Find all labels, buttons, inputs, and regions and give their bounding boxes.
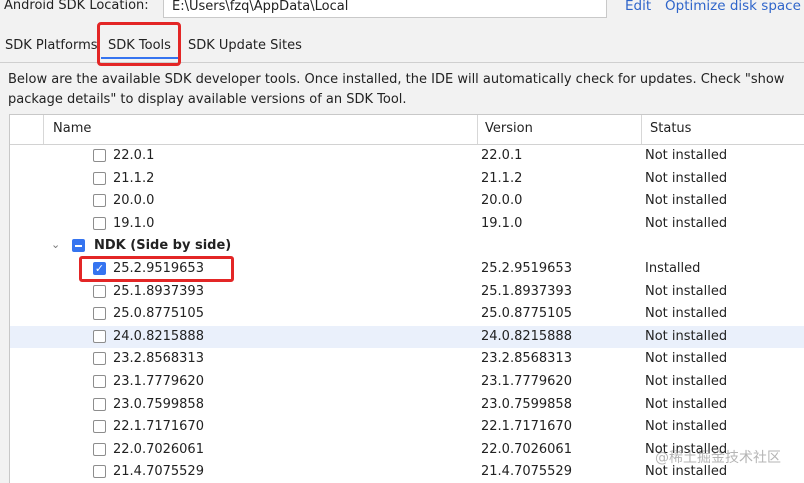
checkbox-checked[interactable]: ✓	[93, 262, 106, 275]
row-name: 22.0.7026061	[113, 441, 204, 457]
active-tab-indicator	[101, 57, 180, 59]
row-name: 21.4.7075529	[113, 464, 204, 480]
row-status: Not installed	[645, 374, 728, 389]
row-status: Not installed	[645, 170, 728, 186]
table-row[interactable]: ✓ 25.2.9519653 25.2.9519653 Installed	[10, 258, 804, 281]
row-name: 25.0.8775105	[113, 306, 204, 322]
column-separator[interactable]	[641, 115, 642, 144]
description-text: Below are the available SDK developer to…	[8, 72, 785, 107]
checkbox[interactable]	[93, 216, 106, 230]
row-name: 23.0.7599858	[113, 396, 204, 412]
row-status: Not installed	[645, 328, 728, 344]
row-version: 19.1.0	[481, 215, 523, 231]
row-name: 22.0.1	[113, 148, 155, 163]
checkbox[interactable]	[93, 442, 106, 456]
table-row[interactable]: 22.0.1 22.0.1 Not installed	[10, 145, 804, 168]
row-name: 22.1.7171670	[113, 419, 204, 435]
checkbox[interactable]	[93, 307, 106, 321]
checkbox[interactable]	[93, 329, 106, 343]
checkbox[interactable]	[93, 465, 106, 479]
sdk-location-field[interactable]: E:\Users\fzq\AppData\Local	[163, 0, 607, 18]
optimize-disk-space-link[interactable]: Optimize disk space	[665, 0, 801, 14]
row-version: 23.2.8568313	[481, 351, 572, 367]
row-version: 23.0.7599858	[481, 396, 572, 412]
row-name: 20.0.0	[113, 193, 155, 209]
row-version: 25.0.8775105	[481, 306, 572, 322]
row-name: 21.1.2	[113, 170, 155, 186]
row-name: 24.0.8215888	[113, 328, 204, 344]
row-status: Not installed	[645, 215, 728, 231]
table-row[interactable]: 22.1.7171670 22.1.7171670 Not installed	[10, 416, 804, 439]
row-version: 25.1.8937393	[481, 283, 572, 299]
column-header-name[interactable]: Name	[53, 121, 91, 136]
table-row[interactable]: 25.1.8937393 25.1.8937393 Not installed	[10, 281, 804, 304]
row-name: 25.1.8937393	[113, 283, 204, 299]
row-version: 21.1.2	[481, 170, 523, 186]
group-checkbox[interactable]	[72, 239, 85, 253]
tab-sdk-platforms[interactable]: SDK Platforms	[5, 38, 98, 53]
row-status: Not installed	[645, 283, 728, 299]
row-version: 22.1.7171670	[481, 419, 572, 435]
sdk-location-label: Android SDK Location:	[4, 0, 149, 13]
table-header: Name Version Status	[10, 115, 804, 145]
tab-sdk-update-sites[interactable]: SDK Update Sites	[188, 38, 302, 53]
checkbox[interactable]	[93, 397, 106, 411]
checkbox[interactable]	[93, 284, 106, 298]
checkbox[interactable]	[93, 352, 106, 366]
table-row[interactable]: 23.0.7599858 23.0.7599858 Not installed	[10, 394, 804, 417]
column-separator[interactable]	[43, 115, 44, 144]
column-header-status[interactable]: Status	[650, 121, 691, 136]
row-name: 25.2.9519653	[113, 261, 204, 276]
row-name: 23.1.7779620	[113, 374, 204, 389]
row-status: Not installed	[645, 396, 728, 412]
checkbox[interactable]	[93, 194, 106, 208]
row-version: 23.1.7779620	[481, 374, 572, 389]
group-row-ndk[interactable]: ⌄ NDK (Side by side)	[10, 235, 804, 258]
group-name: NDK (Side by side)	[94, 238, 232, 254]
checkbox[interactable]	[93, 149, 106, 162]
table-row[interactable]: 23.2.8568313 23.2.8568313 Not installed	[10, 348, 804, 371]
column-separator[interactable]	[477, 115, 478, 144]
row-version: 22.0.1	[481, 148, 523, 163]
tab-sdk-tools[interactable]: SDK Tools	[108, 38, 171, 53]
row-status: Not installed	[645, 193, 728, 209]
table-row[interactable]: 20.0.0 20.0.0 Not installed	[10, 190, 804, 213]
tabs-divider	[0, 62, 804, 63]
edit-link[interactable]: Edit	[625, 0, 651, 14]
checkbox[interactable]	[93, 420, 106, 434]
row-status: Not installed	[645, 351, 728, 367]
row-name: 23.2.8568313	[113, 351, 204, 367]
table-row-hovered[interactable]: 24.0.8215888 24.0.8215888 Not installed	[10, 325, 804, 349]
row-version: 20.0.0	[481, 193, 523, 209]
row-version: 21.4.7075529	[481, 464, 572, 480]
row-version: 22.0.7026061	[481, 441, 572, 457]
table-row[interactable]: 19.1.0 19.1.0 Not installed	[10, 213, 804, 236]
row-status: Not installed	[645, 306, 728, 322]
row-version: 24.0.8215888	[481, 328, 572, 344]
sdk-location-row: Android SDK Location: E:\Users\fzq\AppDa…	[0, 0, 804, 24]
chevron-down-icon[interactable]: ⌄	[51, 238, 60, 251]
table-row[interactable]: 25.0.8775105 25.0.8775105 Not installed	[10, 303, 804, 326]
row-status: Installed	[645, 261, 701, 276]
column-header-version[interactable]: Version	[485, 121, 533, 136]
sdk-location-value: E:\Users\fzq\AppData\Local	[172, 0, 349, 14]
table-row[interactable]: 23.1.7779620 23.1.7779620 Not installed	[10, 371, 804, 394]
table-row[interactable]: 21.1.2 21.1.2 Not installed	[10, 168, 804, 191]
watermark: @稀土掘金技术社区	[655, 450, 781, 466]
row-version: 25.2.9519653	[481, 261, 572, 276]
row-name: 19.1.0	[113, 215, 155, 231]
sdk-tools-table: Name Version Status 22.0.1 22.0.1 Not in…	[9, 114, 804, 483]
checkbox[interactable]	[93, 171, 106, 185]
row-status: Not installed	[645, 148, 728, 163]
row-status: Not installed	[645, 419, 728, 435]
checkbox[interactable]	[93, 375, 106, 388]
